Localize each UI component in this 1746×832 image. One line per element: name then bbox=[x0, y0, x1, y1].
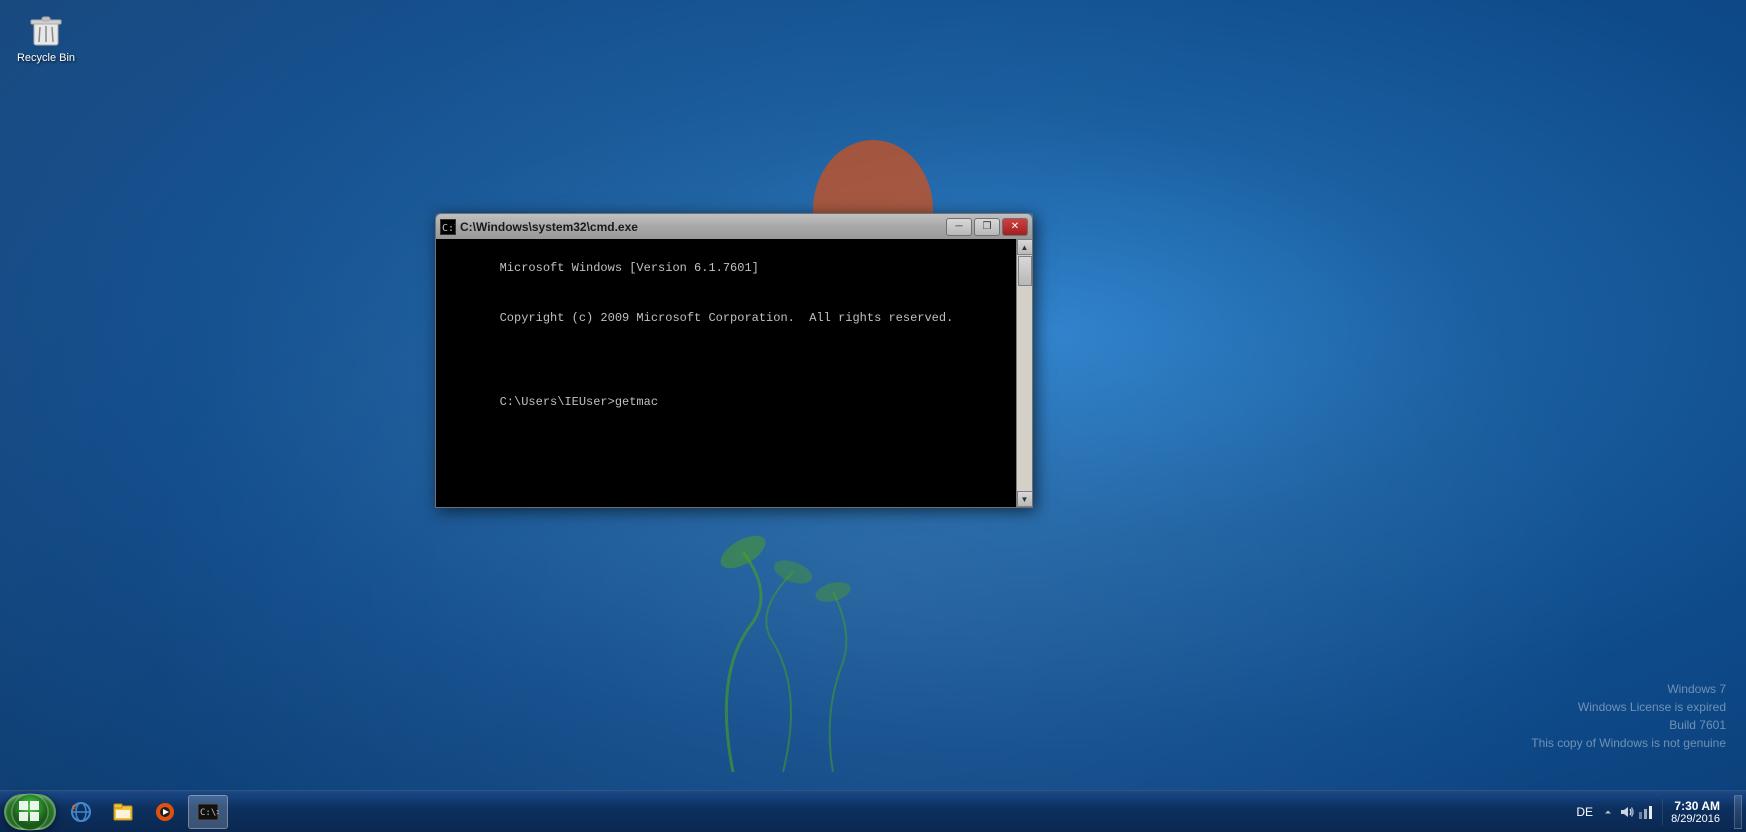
cmd-title: C:\Windows\system32\cmd.exe bbox=[460, 220, 946, 234]
clock-area[interactable]: 7:30 AM 8/29/2016 bbox=[1662, 799, 1728, 825]
taskbar-item-explorer[interactable] bbox=[104, 795, 142, 829]
cmd-content-area: Microsoft Windows [Version 6.1.7601] Cop… bbox=[435, 239, 1033, 508]
taskbar-item-cmd[interactable]: C:\> bbox=[188, 795, 228, 829]
start-button[interactable] bbox=[4, 794, 56, 830]
scrollbar-thumb[interactable] bbox=[1018, 256, 1032, 286]
network-icon[interactable] bbox=[1638, 804, 1654, 820]
cmd-output[interactable]: Microsoft Windows [Version 6.1.7601] Cop… bbox=[436, 239, 1016, 507]
taskbar-item-ie[interactable]: e bbox=[62, 795, 100, 829]
restore-button[interactable]: ❒ bbox=[974, 218, 1000, 236]
windows-watermark: Windows 7 Windows License is expired Bui… bbox=[1531, 680, 1726, 752]
cmd-line1: Microsoft Windows [Version 6.1.7601] bbox=[500, 261, 759, 275]
svg-text:C:\: C:\ bbox=[442, 223, 455, 234]
watermark-line4: This copy of Windows is not genuine bbox=[1531, 734, 1726, 752]
clock-time: 7:30 AM bbox=[1674, 799, 1720, 813]
cmd-scrollbar[interactable]: ▲ ▼ bbox=[1016, 239, 1032, 507]
taskbar-item-mediaplayer[interactable] bbox=[146, 795, 184, 829]
desktop: Recycle Bin C:\ C:\Windows\system32\cmd.… bbox=[0, 0, 1746, 832]
grass-decoration bbox=[633, 472, 1233, 772]
svg-text:C:\>: C:\> bbox=[200, 808, 219, 818]
taskbar: e C:\> bbox=[0, 790, 1746, 832]
cmd-line4: C:\Users\IEUser>getmac bbox=[500, 395, 658, 409]
cmd-line2: Copyright (c) 2009 Microsoft Corporation… bbox=[500, 311, 954, 325]
language-indicator[interactable]: DE bbox=[1572, 805, 1597, 819]
recycle-bin-image bbox=[26, 9, 66, 49]
notification-area: DE bbox=[1568, 804, 1658, 820]
minimize-button[interactable]: ─ bbox=[946, 218, 972, 236]
show-desktop-button[interactable] bbox=[1734, 795, 1742, 829]
watermark-line2: Windows License is expired bbox=[1531, 698, 1726, 716]
scroll-down-arrow[interactable]: ▼ bbox=[1017, 491, 1033, 507]
cmd-icon: C:\ bbox=[440, 219, 456, 235]
window-controls: ─ ❒ ✕ bbox=[946, 218, 1028, 236]
cmd-titlebar[interactable]: C:\ C:\Windows\system32\cmd.exe ─ ❒ ✕ bbox=[435, 213, 1033, 239]
system-tray: DE bbox=[1568, 795, 1742, 829]
volume-icon[interactable] bbox=[1619, 804, 1635, 820]
watermark-line1: Windows 7 bbox=[1531, 680, 1726, 698]
recycle-bin-label: Recycle Bin bbox=[17, 52, 75, 65]
close-button[interactable]: ✕ bbox=[1002, 218, 1028, 236]
tray-expand-icon[interactable] bbox=[1600, 804, 1616, 820]
scrollbar-track[interactable] bbox=[1017, 255, 1032, 491]
scroll-up-arrow[interactable]: ▲ bbox=[1017, 239, 1033, 255]
clock-date: 8/29/2016 bbox=[1671, 813, 1720, 825]
svg-text:e: e bbox=[72, 804, 76, 811]
recycle-bin-icon[interactable]: Recycle Bin bbox=[10, 5, 82, 69]
watermark-line3: Build 7601 bbox=[1531, 716, 1726, 734]
cmd-window: C:\ C:\Windows\system32\cmd.exe ─ ❒ ✕ Mi… bbox=[435, 213, 1033, 508]
